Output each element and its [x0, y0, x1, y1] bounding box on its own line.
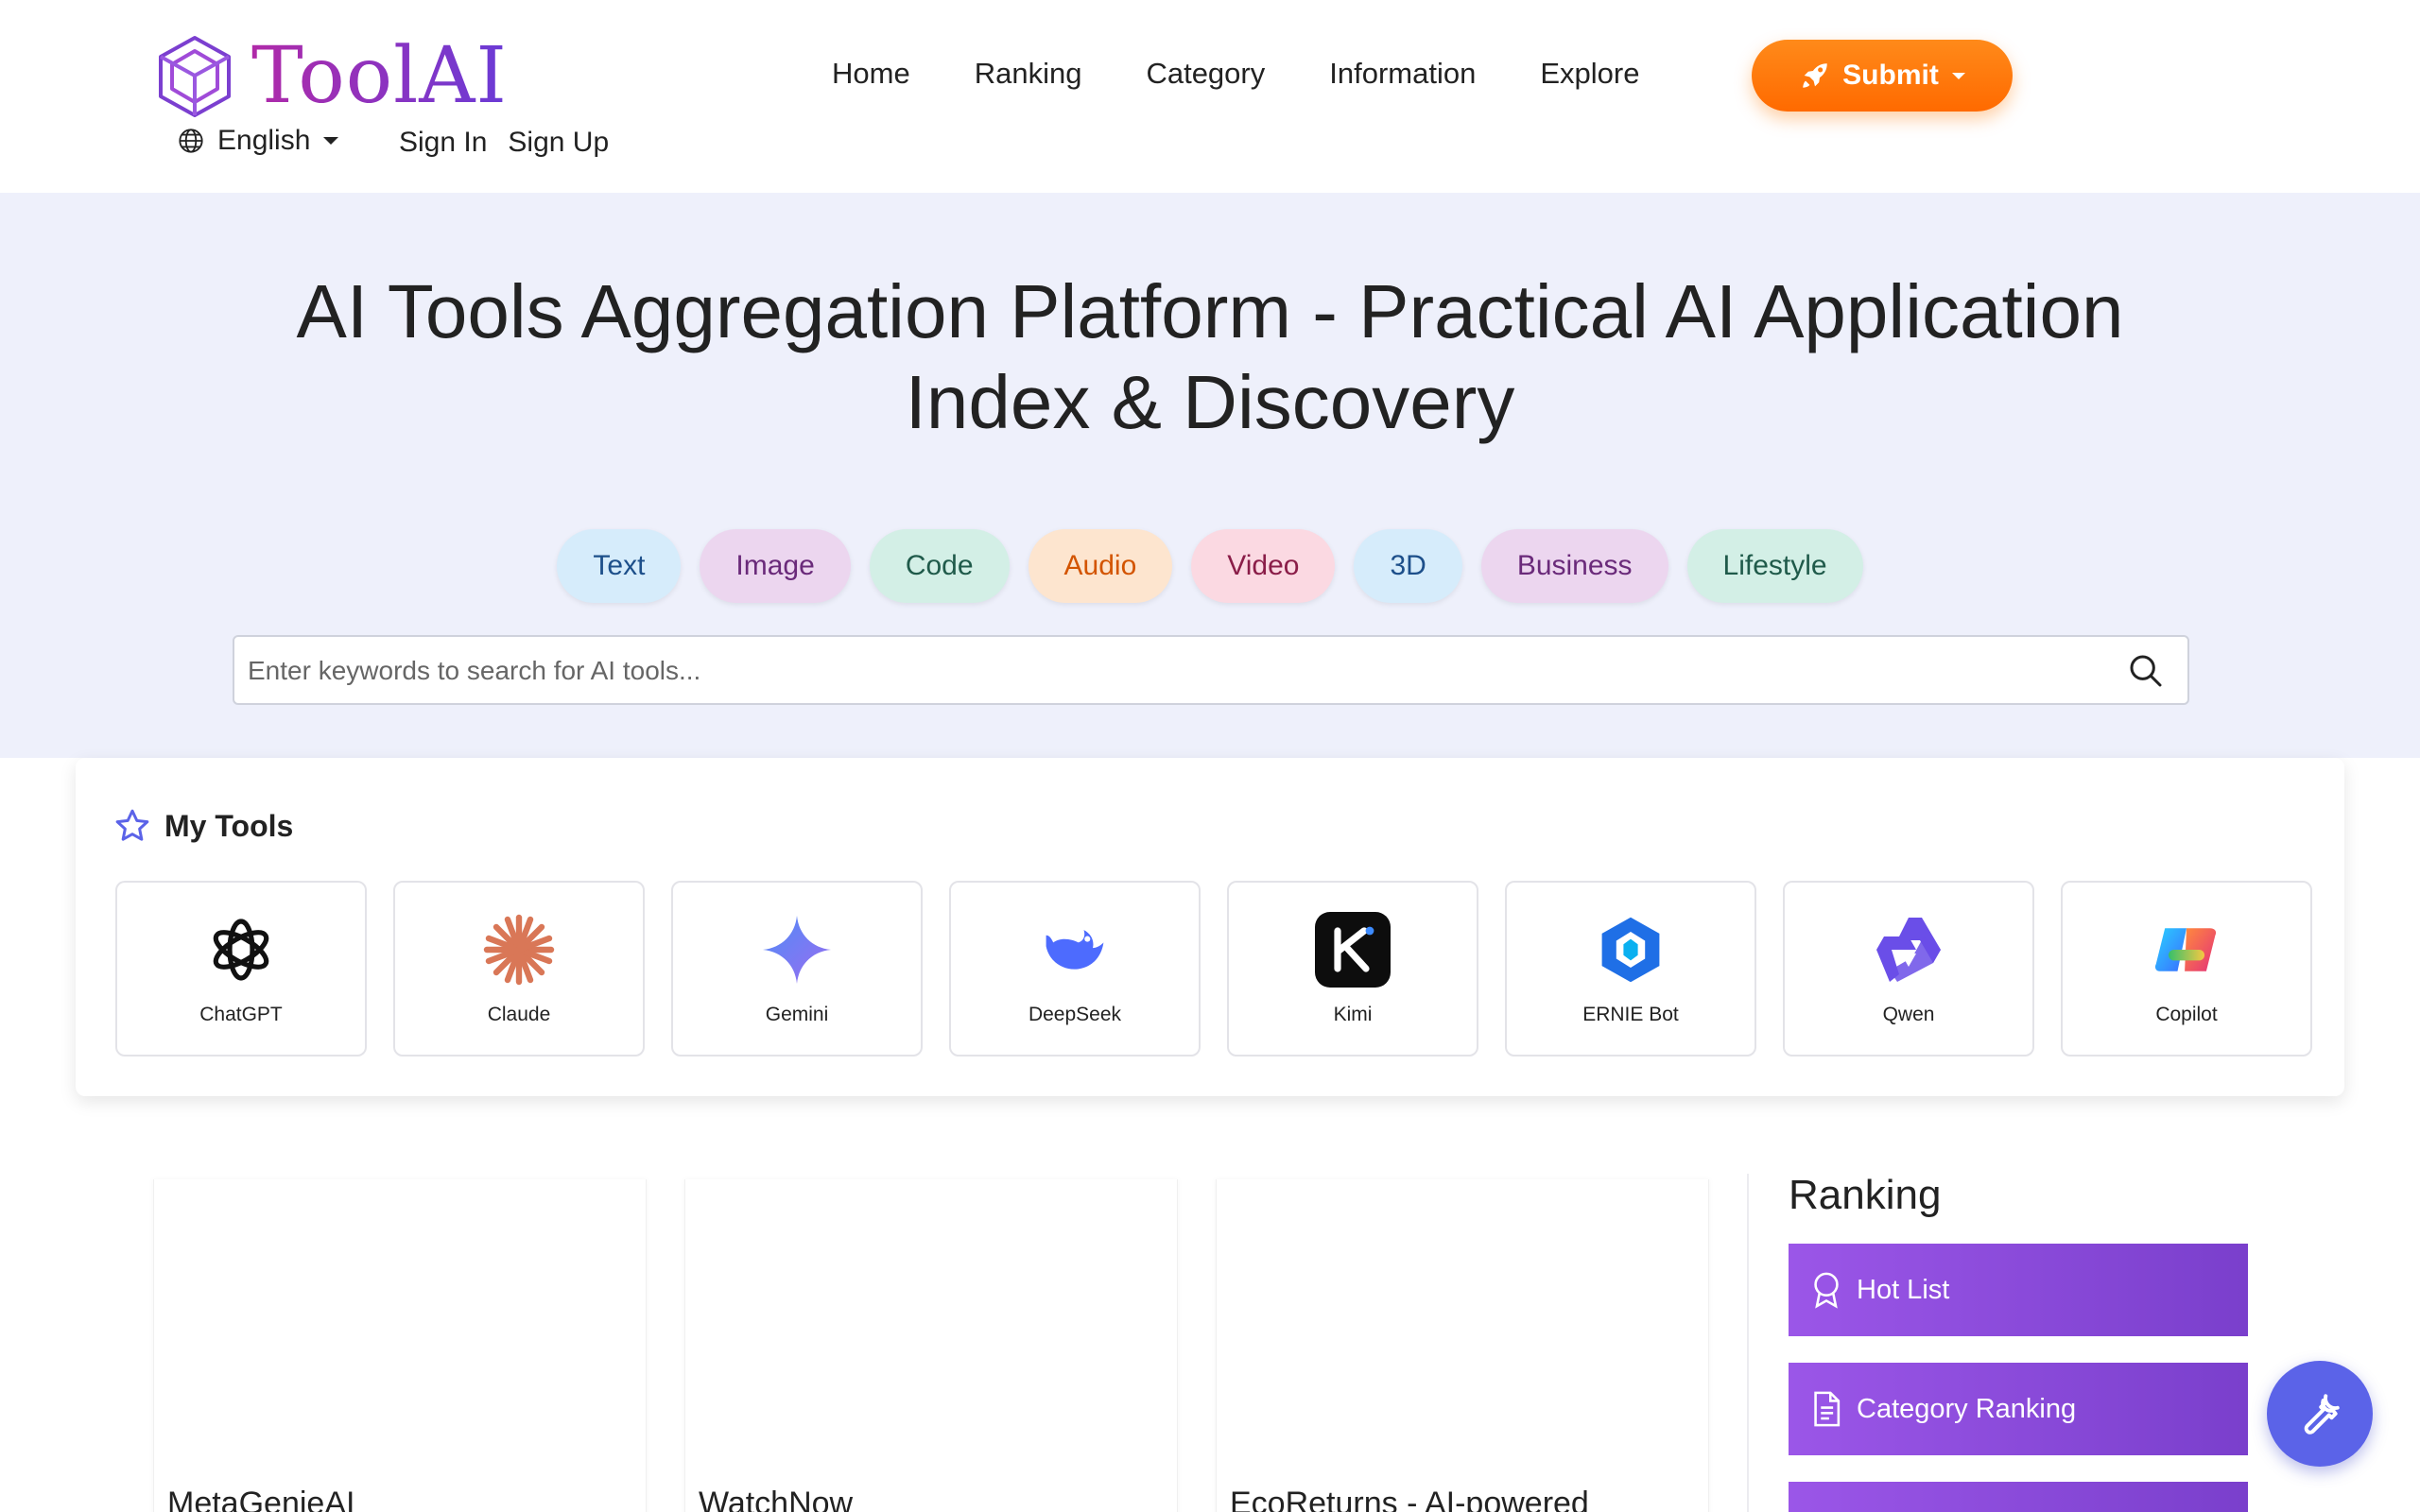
tool-listing-title: MetaGenieAI	[167, 1486, 355, 1512]
logo-text: ToolAI	[251, 31, 508, 121]
ernie-icon	[1592, 911, 1669, 988]
copilot-icon	[2148, 911, 2225, 988]
openai-icon	[202, 911, 280, 988]
main-nav: Home Ranking Category Information Explor…	[832, 57, 1639, 91]
tool-listing-card[interactable]: MetaGenieAI	[153, 1179, 647, 1512]
submit-label: Submit	[1842, 60, 1939, 91]
sign-in-link[interactable]: Sign In	[399, 127, 487, 159]
search-input[interactable]	[248, 648, 2044, 694]
search-icon[interactable]	[2127, 652, 2165, 690]
tool-name: DeepSeek	[1028, 1004, 1122, 1025]
chevron-down-icon	[323, 137, 339, 145]
page-title-line-2: Index & Discovery	[905, 360, 1515, 444]
tool-listing-title: WatchNow	[699, 1486, 854, 1512]
my-tools-title: My Tools	[164, 808, 294, 843]
tool-card-copilot[interactable]: Copilot	[2061, 881, 2312, 1057]
chip-code[interactable]: Code	[869, 529, 1010, 603]
page-title-line-1: AI Tools Aggregation Platform - Practica…	[296, 269, 2124, 353]
chip-audio[interactable]: Audio	[1028, 529, 1173, 603]
sidebar-divider	[1747, 1174, 1749, 1512]
chip-3d[interactable]: 3D	[1354, 529, 1462, 603]
search-bar	[233, 635, 2189, 705]
deepseek-icon	[1036, 911, 1114, 988]
tool-name: Qwen	[1882, 1004, 1935, 1025]
document-icon	[1814, 1391, 1841, 1427]
nav-home[interactable]: Home	[832, 57, 910, 91]
language-label: English	[217, 125, 311, 156]
ranking-title: Ranking	[1789, 1172, 1942, 1218]
tool-name: Copilot	[2155, 1004, 2218, 1025]
star-icon	[115, 809, 149, 841]
submit-button[interactable]: Submit	[1752, 40, 2013, 112]
nav-information[interactable]: Information	[1329, 57, 1476, 91]
claude-icon	[480, 911, 558, 988]
tool-card-deepseek[interactable]: DeepSeek	[949, 881, 1201, 1057]
globe-icon	[179, 129, 203, 153]
gemini-icon	[758, 911, 836, 988]
chip-business[interactable]: Business	[1480, 529, 1668, 603]
tool-name: Claude	[487, 1004, 551, 1025]
chevron-down-icon	[1951, 72, 1965, 79]
category-chips: Text Image Code Audio Video 3D Business …	[0, 529, 2420, 603]
site-header: ToolAI English Sign In Sign Up Home Rank…	[0, 0, 2420, 193]
chip-video[interactable]: Video	[1191, 529, 1336, 603]
ranking-item-label: Category Ranking	[1857, 1393, 2077, 1424]
tool-listing-title: EcoReturns - AI-powered	[1230, 1486, 1589, 1512]
my-tools-panel: My Tools ChatGPT Claude Gemini DeepSeek …	[76, 758, 2344, 1096]
nav-explore[interactable]: Explore	[1540, 57, 1639, 91]
tool-card-gemini[interactable]: Gemini	[671, 881, 923, 1057]
tool-card-kimi[interactable]: Kimi	[1227, 881, 1478, 1057]
tool-name: ERNIE Bot	[1582, 1004, 1679, 1025]
nav-category[interactable]: Category	[1146, 57, 1265, 91]
my-tools-grid: ChatGPT Claude Gemini DeepSeek Kimi ERNI…	[115, 881, 2312, 1057]
my-tools-heading: My Tools	[113, 807, 293, 845]
tool-card-chatgpt[interactable]: ChatGPT	[115, 881, 367, 1057]
tool-listing-card[interactable]: EcoReturns - AI-powered	[1216, 1179, 1709, 1512]
tool-card-qwen[interactable]: Qwen	[1783, 881, 2034, 1057]
auth-links: Sign In Sign Up	[399, 127, 609, 159]
page-title: AI Tools Aggregation Platform - Practica…	[0, 266, 2420, 448]
ranking-hot-list[interactable]: Hot List	[1789, 1244, 2248, 1336]
ranking-item-label: Hot List	[1857, 1274, 1950, 1305]
tool-listing-card[interactable]: WatchNow	[684, 1179, 1178, 1512]
tools-fab-button[interactable]	[2267, 1361, 2373, 1467]
hero-section: AI Tools Aggregation Platform - Practica…	[0, 193, 2420, 758]
tool-card-ernie-bot[interactable]: ERNIE Bot	[1505, 881, 1756, 1057]
tool-name: Gemini	[765, 1004, 829, 1025]
qwen-icon	[1870, 911, 1947, 988]
wrench-icon	[2304, 1394, 2340, 1435]
language-selector[interactable]: English	[178, 125, 339, 157]
chip-text[interactable]: Text	[557, 529, 682, 603]
ranking-more[interactable]	[1789, 1482, 2248, 1512]
chip-image[interactable]: Image	[700, 529, 851, 603]
chip-lifestyle[interactable]: Lifestyle	[1686, 529, 1863, 603]
tool-name: ChatGPT	[199, 1004, 283, 1025]
sign-up-link[interactable]: Sign Up	[508, 127, 609, 159]
tool-name: Kimi	[1333, 1004, 1373, 1025]
logo-hexagon-icon	[159, 36, 231, 117]
rocket-icon	[1803, 63, 1827, 88]
tool-card-claude[interactable]: Claude	[393, 881, 645, 1057]
site-logo[interactable]: ToolAI	[151, 34, 508, 119]
ranking-category[interactable]: Category Ranking	[1789, 1363, 2248, 1455]
kimi-icon	[1314, 911, 1392, 988]
nav-ranking[interactable]: Ranking	[975, 57, 1082, 91]
award-icon	[1814, 1272, 1839, 1309]
